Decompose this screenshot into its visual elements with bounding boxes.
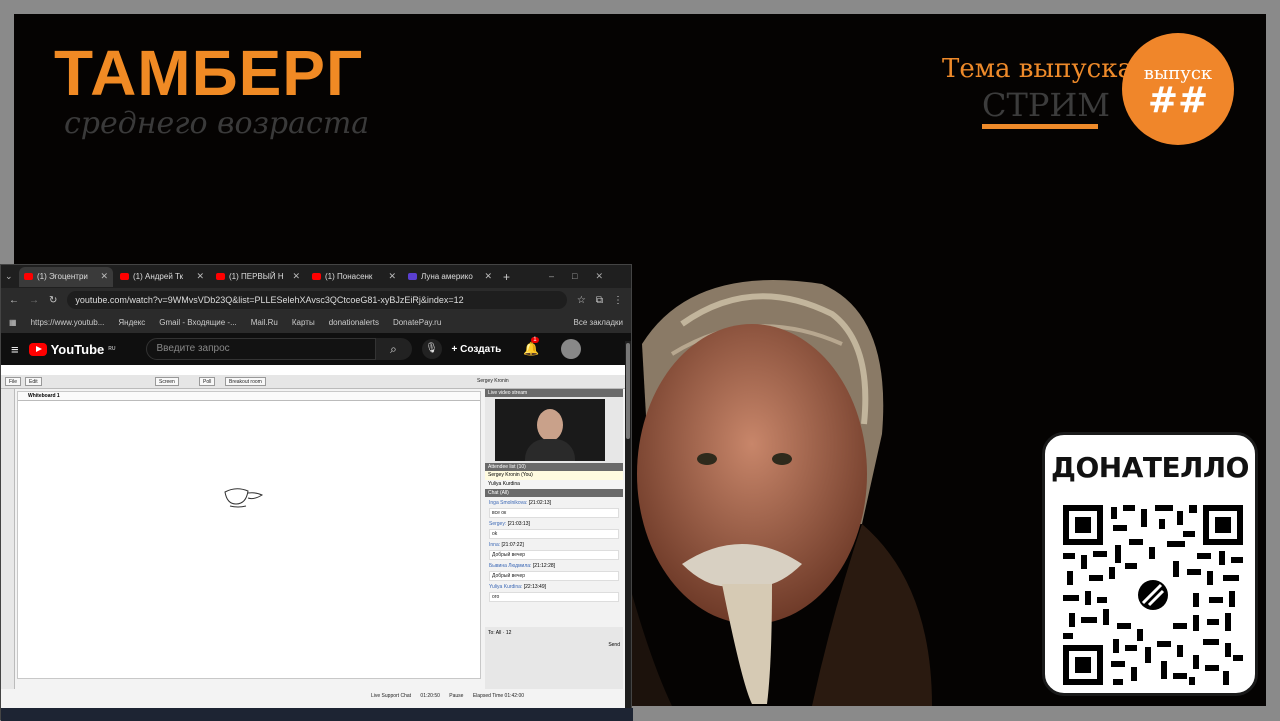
streamer-webcam [632,280,932,706]
chat-recipient[interactable]: To: All · 12 [485,627,623,639]
youtube-favicon-icon [120,273,129,280]
reload-icon[interactable]: ↻ [49,295,57,306]
youtube-favicon-icon [24,273,33,280]
apps-icon[interactable]: ▦ [9,318,17,327]
youtube-search-input[interactable]: Введите запрос [145,338,376,360]
bookmark-item[interactable]: https://www.youtub... [31,318,105,327]
tab-search-icon[interactable]: ⌄ [5,271,19,282]
bookmark-item[interactable]: Яндекс [118,318,145,327]
whiteboard-canvas[interactable]: Whiteboard 1 [17,391,481,679]
create-button[interactable]: + Создать [452,344,502,355]
notifications-bell-icon[interactable]: 🔔 1 [523,337,539,357]
address-bar[interactable]: youtube.com/watch?v=9WMvsVDb23Q&list=PLL… [67,291,567,309]
chat-message: Inga Smolnikova: [21:02:13] все ок [489,500,619,518]
wb-edit-button[interactable]: Edit [25,377,42,386]
topic-label: Тема выпуска: [942,54,1142,84]
webinar-side-panel: Live video stream Attendee list (10) Ser… [485,389,623,689]
extensions-icon[interactable]: ⧉ [596,295,603,306]
notification-badge: 1 [531,337,539,343]
live-stream-header: Live video stream [485,389,623,397]
attendee-item[interactable]: Sergey Kronin (You) [485,471,623,480]
close-tab-icon[interactable]: ✕ [292,271,300,282]
chat-log: Inga Smolnikova: [21:02:13] все ок Sergey… [485,497,623,627]
host-camera [495,399,605,461]
topic-underline [982,124,1098,129]
youtube-favicon-icon [216,273,225,280]
chat-message: Inna: [21:07:22] Добрый вечер [489,542,619,560]
youtube-favicon-icon [312,273,321,280]
forward-icon[interactable]: → [29,295,39,306]
donation-title: ДОНАТЕЛЛО [1051,451,1249,484]
wb-screen-button[interactable]: Screen [155,377,179,386]
microphone-icon[interactable]: 🎙 [421,339,442,359]
video-player[interactable]: File Edit Screen Poll Breakout room Serg… [1,375,625,708]
donation-qr-card: ДОНАТЕЛЛО [1042,432,1258,696]
episode-badge: выпуск ## [1122,33,1234,145]
chat-message: Yuliya Kurdina: [22:13:49] ого [489,584,619,602]
youtube-play-icon [28,342,47,356]
wb-poll-button[interactable]: Poll [199,377,216,386]
bookmark-star-icon[interactable]: ☆ [577,295,586,306]
back-icon[interactable]: ← [9,295,19,306]
bookmark-item[interactable]: DonatePay.ru [393,318,441,327]
close-tab-icon[interactable]: ✕ [388,271,396,282]
browser-tab-bar: ⌄ (1) Эгоцентри ✕ (1) Андрей Тк ✕ (1) ПЕРВ… [1,265,631,288]
menu-icon[interactable]: ⋮ [613,295,623,306]
whiteboard-toolbar: File Edit Screen Poll Breakout room Serg… [1,375,625,389]
bookmark-item[interactable]: Карты [292,318,315,327]
bookmark-item[interactable]: Gmail - Входящие -... [159,318,236,327]
attendee-item[interactable]: Yuliya Kurdina [485,480,623,489]
session-timer: 01:20:50 [420,693,440,699]
search-icon[interactable]: ⌕ [375,338,412,360]
support-chat-button[interactable]: Live Support Chat [371,693,411,699]
attendee-header: Attendee list (10) [485,463,623,471]
browser-tab[interactable]: Луна америко ✕ [403,267,497,287]
wb-user-name: Sergey Kronin [477,378,509,384]
chat-message: Sergey: [21:03:13] ok [489,521,619,539]
chat-send-button[interactable]: Send [485,639,623,651]
bookmark-item[interactable]: Mail.Ru [251,318,278,327]
avatar[interactable] [561,339,582,359]
site-favicon-icon [408,273,417,280]
page-scrollbar[interactable] [625,341,631,711]
topic-value: СТРИМ [982,86,1111,124]
browser-window: ⌄ (1) Эгоцентри ✕ (1) Андрей Тк ✕ (1) ПЕРВ… [0,264,633,721]
whiteboard-tools[interactable] [1,389,15,689]
new-tab-icon[interactable]: + [503,270,510,284]
all-bookmarks[interactable]: Все закладки [574,318,623,327]
browser-tab[interactable]: (1) Андрей Тк ✕ [115,267,209,287]
address-toolbar: ← → ↻ youtube.com/watch?v=9WMvsVDb23Q&li… [1,288,631,312]
pause-button[interactable]: Pause [449,693,463,699]
youtube-logo[interactable]: YouTube RU [28,342,116,357]
close-tab-icon[interactable]: ✕ [196,271,204,282]
badge-number: ## [1147,80,1209,121]
browser-tab[interactable]: (1) Эгоцентри ✕ [19,266,113,287]
brand-subtitle: среднего возраста [64,106,370,141]
bookmark-item[interactable]: donationalerts [329,318,379,327]
elapsed-label: Elapsed Time [472,693,504,699]
wb-file-button[interactable]: File [5,377,22,386]
elapsed-time: 01:42:00 [504,693,525,699]
youtube-header: ≡ YouTube RU Введите запрос ⌕ 🎙 + Создать… [1,333,631,365]
chat-header: Chat (All) [485,489,623,497]
browser-tab[interactable]: (1) Понасенк ✕ [307,267,401,287]
hamburger-menu-icon[interactable]: ≡ [11,342,19,357]
window-controls[interactable]: –□✕ [549,271,621,282]
bookmarks-bar: ▦ https://www.youtub... Яндекс Gmail - В… [1,312,631,333]
close-tab-icon[interactable]: ✕ [484,271,492,282]
brand-title: ТАМБЕРГ [54,37,364,109]
webinar-status-bar: Live Support Chat 01:20:50 Pause Elapsed… [371,693,625,705]
cup-drawing [224,488,264,508]
donation-qr-code [1063,505,1243,685]
whiteboard-tab: Whiteboard 1 [18,392,480,401]
windows-taskbar [1,708,633,721]
wb-breakout-button[interactable]: Breakout room [225,377,266,386]
chat-message: Бывина Людмила: [21:12:28] Добрый вечер [489,563,619,581]
browser-tab[interactable]: (1) ПЕРВЫЙ Н ✕ [211,267,305,287]
close-tab-icon[interactable]: ✕ [100,271,108,282]
